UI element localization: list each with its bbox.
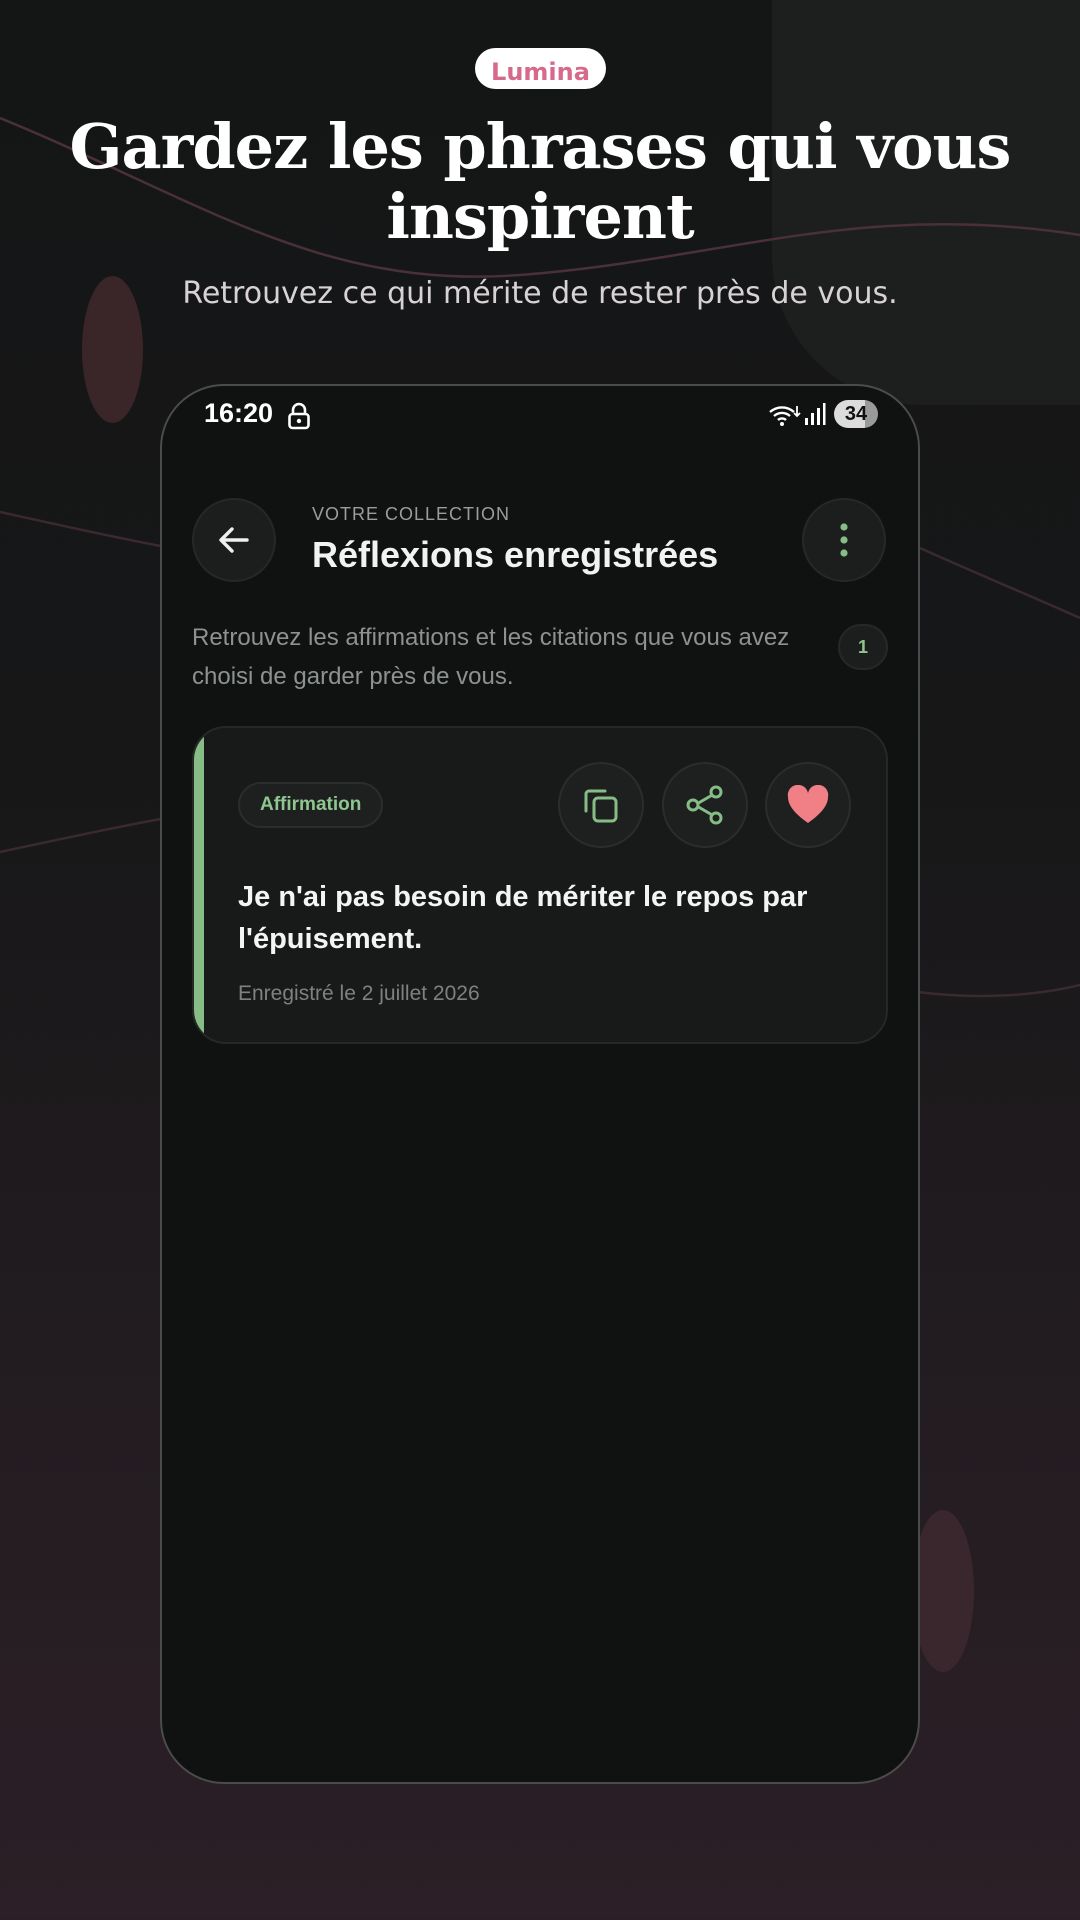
lock-icon — [288, 402, 310, 430]
battery-indicator: 34 — [834, 400, 878, 428]
collection-description: Retrouvez les affirmations et les citati… — [192, 624, 790, 690]
wifi-icon — [769, 406, 801, 426]
promo-headline: Gardez les phrases qui vous inspirent — [69, 110, 1012, 253]
back-button[interactable] — [192, 498, 276, 582]
favorite-button[interactable] — [765, 762, 851, 848]
share-button[interactable] — [662, 762, 748, 848]
quote-text: Je n'ai pas besoin de mériter le repos p… — [238, 881, 808, 955]
screen-title: Réflexions enregistrées — [312, 534, 719, 575]
promo-subheadline: Retrouvez ce qui mérite de rester près d… — [182, 276, 898, 311]
copy-button[interactable] — [558, 762, 644, 848]
section-eyebrow: VOTRE COLLECTION — [312, 504, 511, 524]
heart-icon — [787, 785, 829, 823]
share-icon — [686, 785, 723, 825]
phone-frame: 16:20 34 VOTRE COLLECTION Réflexions enr… — [160, 384, 920, 1784]
saved-count-badge: 1 — [838, 624, 888, 670]
status-time: 16:20 — [204, 398, 274, 428]
brand-badge: Lumina — [475, 48, 606, 89]
category-tag: Affirmation — [238, 782, 384, 828]
card-accent-bar — [194, 728, 204, 1042]
copy-icon — [584, 789, 618, 823]
signal-icon — [805, 403, 826, 425]
saved-date: Enregistré le 2 juillet 2026 — [238, 982, 480, 1005]
more-vertical-icon — [840, 523, 848, 557]
saved-quote-card[interactable]: Affirmation Je n'ai pas besoin de mérite… — [192, 726, 888, 1044]
more-options-button[interactable] — [802, 498, 886, 582]
arrow-left-icon — [219, 527, 249, 553]
